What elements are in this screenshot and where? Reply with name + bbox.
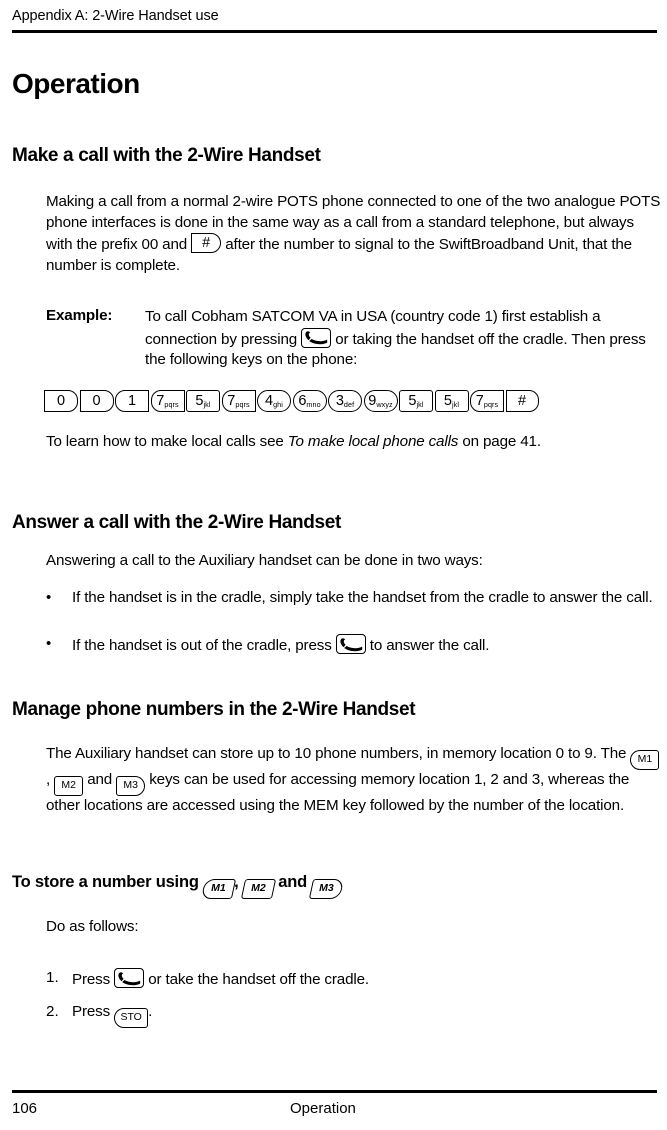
memory-key-m3: M3 [116, 776, 146, 796]
keypad-key-8: 6mno [292, 390, 327, 412]
phone-handset-icon [335, 634, 366, 654]
keypad-key-digit: # [517, 393, 527, 409]
heading-answer-a-call: Answer a call with the 2-Wire Handset [12, 512, 341, 533]
bullet-marker-1: • [46, 589, 52, 606]
keypad-key-letters: pqrs [235, 400, 250, 409]
paragraph-do-as-follows: Do as follows: [46, 918, 139, 935]
keypad-key-digit: 4 [265, 393, 274, 409]
memory-key-m3-heading: M3 [309, 879, 345, 899]
step-2-text-b: . [148, 1003, 153, 1020]
step-1-text-b: or take the handset off the cradle. [144, 971, 369, 988]
keypad-key-13: 7pqrs [470, 390, 504, 412]
keypad-key-6: 7pqrs [221, 390, 256, 412]
keypad-key-letters: pqrs [483, 400, 499, 409]
keypad-key-10: 9wxyz [363, 390, 398, 412]
subheading-text-a: To store a number using [12, 873, 204, 891]
bullet-item-1: If the handset is in the cradle, simply … [72, 589, 653, 606]
document-page: Appendix A: 2-Wire Handset use Operation… [0, 0, 667, 1130]
keypad-key-digit: 0 [56, 393, 66, 409]
cross-reference-link[interactable]: To make local phone calls [288, 433, 459, 450]
keypad-key-4: 7pqrs [150, 390, 185, 412]
keypad-key-3: 1 [115, 390, 149, 412]
keypad-key-letters: wxyz [376, 400, 393, 409]
phone-handset-icon [114, 968, 145, 988]
keypad-key-letters: jkl [416, 400, 424, 409]
keypad-key-digit: 5 [443, 393, 452, 409]
hash-key-label: # [202, 235, 211, 252]
step-item-2: Press STO. [72, 1002, 662, 1028]
keypad-key-letters: pqrs [164, 400, 179, 409]
step-marker-2: 2. [46, 1003, 59, 1020]
step-1-text-a: Press [72, 971, 115, 988]
heading-manage-phone-numbers: Manage phone numbers in the 2-Wire Hands… [12, 699, 416, 720]
memory-key-m1-label: M1 [637, 753, 653, 765]
keypad-key-letters: jkl [451, 400, 460, 409]
memory-key-m1-heading: M1 [200, 879, 237, 899]
example-text: To call Cobham SATCOM VA in USA (country… [145, 307, 661, 371]
step-2-text-a: Press [72, 1003, 115, 1020]
paragraph-answer-intro: Answering a call to the Auxiliary handse… [46, 552, 483, 569]
bullet-marker-2: • [46, 635, 52, 652]
footer-rule [12, 1090, 657, 1093]
keypad-key-letters: ghi [273, 400, 283, 409]
step-item-1: Press or take the handset off the cradle… [72, 968, 662, 991]
heading-make-a-call: Make a call with the 2-Wire Handset [12, 145, 321, 166]
sto-key-label: STO [120, 1011, 142, 1023]
subheading-to-store-a-number: To store a number using M1, M2 and M3 [12, 873, 345, 899]
memory-key-m2: M2 [54, 776, 84, 796]
keypad-key-digit: 3 [335, 393, 344, 409]
bullet-item-2: If the handset is out of the cradle, pre… [72, 634, 662, 657]
cross-reference-text-b: on page 41. [458, 433, 541, 450]
cross-reference-text-a: To learn how to make local calls see [46, 433, 288, 450]
memory-key-m1: M1 [630, 750, 660, 770]
keypad-key-2: 0 [79, 390, 114, 412]
step-marker-1: 1. [46, 969, 59, 986]
keypad-key-1: 0 [44, 390, 78, 412]
memory-key-m2-label: M2 [61, 779, 76, 791]
paragraph-manage-phone-numbers: The Auxiliary handset can store up to 10… [46, 744, 662, 817]
paragraph-manage-text-b: , [46, 771, 55, 788]
page-title: Operation [12, 68, 140, 99]
paragraph-manage-text-c: and [83, 771, 117, 788]
bullet-item-2-text-a: If the handset is out of the cradle, pre… [72, 637, 336, 654]
memory-key-m2-heading-label: M2 [251, 882, 266, 894]
running-header: Appendix A: 2-Wire Handset use [12, 8, 219, 24]
paragraph-manage-text-a: The Auxiliary handset can store up to 10… [46, 745, 631, 762]
keypad-key-digit: 1 [127, 393, 137, 409]
memory-key-m3-heading-label: M3 [319, 882, 335, 894]
example-label: Example: [46, 307, 113, 324]
phone-handset-icon [301, 327, 332, 348]
memory-key-m1-heading-label: M1 [211, 882, 226, 894]
footer-page-number: 106 [12, 1100, 38, 1117]
keypad-key-14: # [505, 390, 539, 412]
keypad-key-5: 5jkl [186, 390, 220, 412]
keypad-key-digit: 7 [475, 393, 484, 409]
keypad-key-letters: jkl [203, 400, 211, 409]
keypad-key-letters: mno [306, 400, 321, 409]
memory-key-m2-heading: M2 [240, 879, 277, 899]
keypad-key-11: 5jkl [399, 390, 433, 412]
paragraph-make-a-call: Making a call from a normal 2-wire POTS … [46, 192, 662, 276]
sto-key: STO [114, 1008, 149, 1028]
footer-section-name: Operation [290, 1100, 356, 1117]
subheading-and: and [273, 873, 312, 891]
keypad-key-letters: def [343, 400, 355, 409]
keypad-key-9: 3def [328, 390, 362, 412]
memory-key-m3-label: M3 [123, 779, 138, 791]
cross-reference: To learn how to make local calls see To … [46, 432, 662, 453]
keypad-key-12: 5jkl [434, 390, 469, 412]
header-rule [12, 30, 657, 33]
keypad-key-digit: 0 [92, 393, 101, 409]
keypad-key-7: 4ghi [257, 390, 291, 412]
bullet-item-2-text-b: to answer the call. [365, 637, 490, 654]
hash-key-inline: # [191, 233, 222, 254]
keypad-sequence: 0 0 1 7pqrs 5jkl 7pqrs 4ghi 6mno 3def 9wxyz 5jkl 5j… [44, 390, 540, 416]
